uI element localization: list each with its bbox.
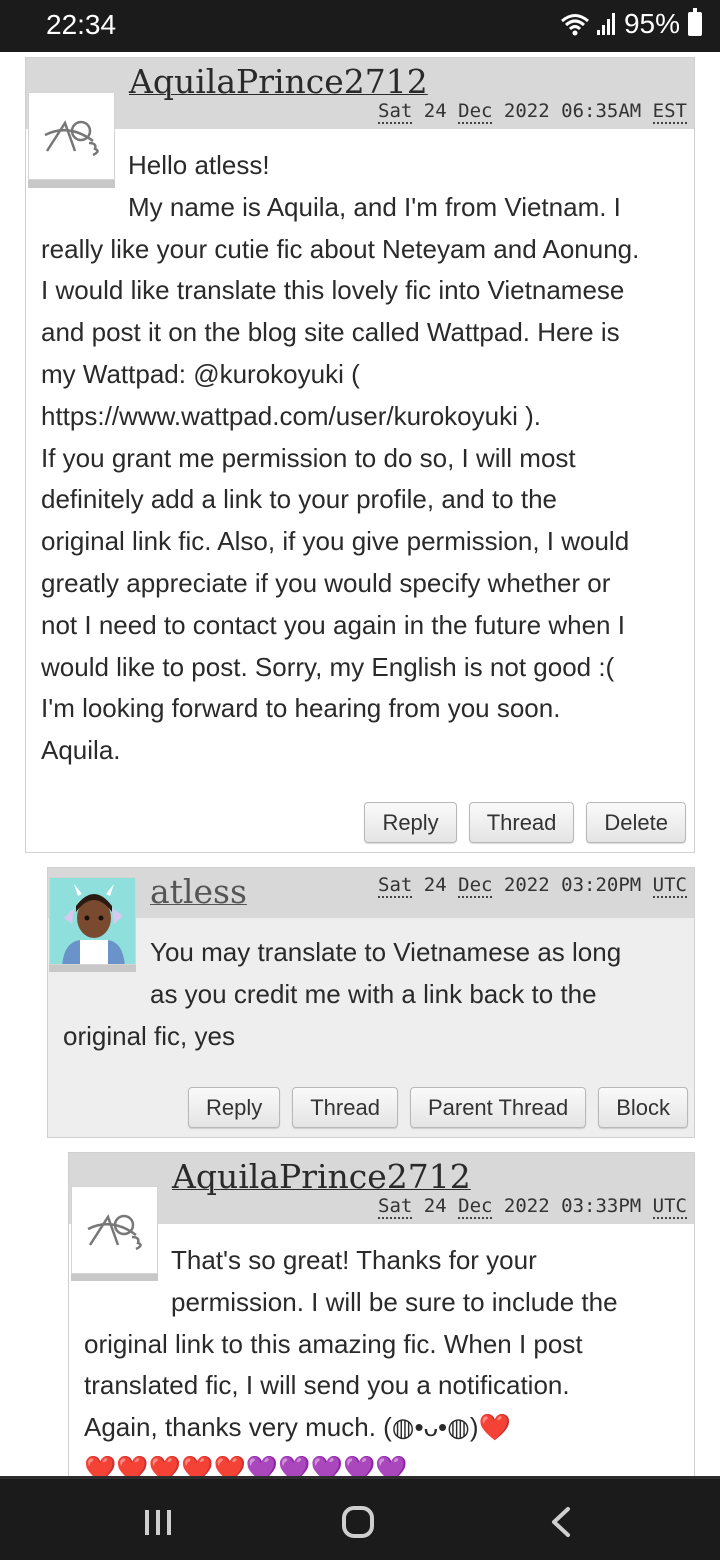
comment-datetime: Sat 24 Dec 2022 03:33PM UTC [378, 1195, 687, 1219]
comment-line: as you credit me with a link back to the [150, 978, 597, 1009]
comment-author-link[interactable]: AquilaPrince2712 [129, 62, 428, 101]
date-month: Dec [458, 1195, 493, 1219]
signal-icon [596, 13, 615, 35]
home-icon[interactable] [328, 1497, 388, 1547]
battery-icon [688, 8, 702, 36]
date-timezone: UTC [652, 874, 687, 898]
comment-line: I'm looking forward to hearing from you … [41, 693, 561, 724]
delete-button[interactable]: Delete [586, 802, 686, 843]
comment-line: permission. I will be sure to include th… [171, 1286, 618, 1317]
status-bar: 22:34 95% [0, 0, 720, 52]
comment-line: not I need to contact you again in the f… [41, 609, 625, 640]
date-year: 2022 [503, 1195, 550, 1217]
block-button[interactable]: Block [598, 1087, 688, 1128]
comment-line: My name is Aquila, and I'm from Vietnam.… [128, 191, 621, 222]
comment-line: and post it on the blog site called Watt… [41, 317, 620, 348]
date-day: Sat [378, 100, 413, 124]
battery-percent: 95% [623, 8, 680, 39]
comment-body: That's so great! Thanks for your permiss… [84, 1240, 694, 1491]
comment-author-link[interactable]: atless [150, 872, 247, 911]
reply-button[interactable]: Reply [364, 802, 457, 843]
thread-button[interactable]: Thread [468, 802, 575, 843]
date-timezone: EST [652, 100, 687, 124]
back-icon[interactable] [530, 1497, 590, 1547]
recent-apps-icon[interactable] [128, 1497, 188, 1547]
date-day: Sat [378, 874, 413, 898]
comment-line: Hello atless! [128, 150, 270, 180]
date-year: 2022 [503, 100, 550, 122]
date-time: 06:35AM [561, 100, 642, 122]
wifi-icon [560, 14, 589, 36]
comment-line: I would like translate this lovely fic i… [41, 275, 625, 306]
comment-reply: atless Sat 24 Dec 2022 03:20PM UTC You m… [47, 867, 695, 1138]
comment-line: original fic, yes [63, 1020, 235, 1051]
date-num: 24 [423, 1195, 447, 1217]
comment-author-link[interactable]: AquilaPrince2712 [172, 1157, 471, 1196]
date-year: 2022 [503, 874, 550, 896]
comment-line: would like to post. Sorry, my English is… [41, 651, 615, 682]
comment-line: really like your cutie fic about Neteyam… [41, 233, 640, 264]
comment-body: You may translate to Vietnamese as long … [63, 932, 693, 1057]
comment-datetime: Sat 24 Dec 2022 03:20PM UTC [378, 874, 687, 898]
comment-line: Aquila. [41, 735, 121, 766]
parent-thread-button[interactable]: Parent Thread [409, 1087, 587, 1128]
comment: AquilaPrince2712 Sat 24 Dec 2022 03:33PM… [68, 1152, 695, 1484]
comment-line: my Wattpad: @kurokoyuki ( [41, 358, 360, 389]
comment-line: original link fic. Also, if you give per… [41, 526, 630, 557]
status-icons: 95% [560, 8, 702, 40]
date-time: 03:33PM [561, 1195, 642, 1217]
comment-line: You may translate to Vietnamese as long [150, 937, 622, 967]
status-time: 22:34 [46, 9, 117, 40]
date-num: 24 [423, 100, 447, 122]
date-num: 24 [423, 874, 447, 896]
comment-line: definitely add a link to your profile, a… [41, 484, 557, 515]
comment-line: greatly appreciate if you would specify … [41, 567, 611, 598]
date-day: Sat [378, 1195, 413, 1219]
comment-datetime: Sat 24 Dec 2022 06:35AM EST [378, 100, 687, 124]
comment-line: https://www.wattpad.com/user/kurokoyuki … [41, 400, 541, 431]
navigation-bar [0, 1476, 720, 1560]
comment-line: If you grant me permission to do so, I w… [41, 442, 576, 473]
comment-line: original link to this amazing fic. When … [84, 1328, 583, 1359]
comment-actions: Reply Thread Parent Thread Block [187, 1087, 688, 1128]
reply-button[interactable]: Reply [187, 1087, 281, 1128]
comment-line: translated fic, I will send you a notifi… [84, 1370, 570, 1401]
comment-line: That's so great! Thanks for your [171, 1245, 537, 1275]
date-time: 03:20PM [561, 874, 642, 896]
thread-button[interactable]: Thread [292, 1087, 398, 1128]
comment-line: Again, thanks very much. (◍•ᴗ•◍)❤️ [84, 1412, 511, 1443]
date-timezone: UTC [652, 1195, 687, 1219]
comment-actions: Reply Thread Delete [364, 802, 686, 843]
date-month: Dec [458, 100, 493, 124]
comment-body: Hello atless! My name is Aquila, and I'm… [41, 145, 691, 772]
comment: AquilaPrince2712 Sat 24 Dec 2022 06:35AM… [25, 57, 695, 853]
date-month: Dec [458, 874, 493, 898]
